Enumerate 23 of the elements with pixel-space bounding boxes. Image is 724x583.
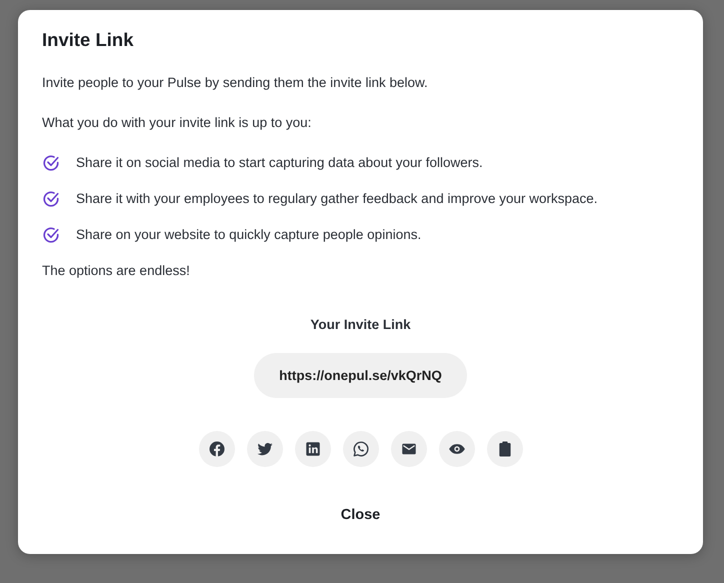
close-button[interactable]: Close: [332, 501, 388, 532]
share-button[interactable]: [486, 431, 522, 468]
lead-in-text: What you do with your invite link is up to you:: [42, 114, 312, 132]
invite-link-button[interactable]: https://onepul.se/vkQrNQ: [254, 353, 467, 398]
share-button[interactable]: [246, 431, 282, 468]
check-circle-icon: [42, 154, 60, 172]
checklist-item: Share it on social media to start capturing data about your followers.: [76, 154, 483, 172]
check-circle-icon: [42, 190, 60, 208]
link-heading: Your Invite Link: [309, 316, 412, 334]
check-circle-icon: [42, 226, 60, 244]
chat-phone-icon: [352, 440, 370, 458]
checklist-item: Share it with your employees to regulary gather feedback and improve your workspace.: [76, 190, 598, 208]
intro-text: Invite people to your Pulse by sending them the invite link below.: [42, 74, 429, 92]
share-button[interactable]: [342, 431, 378, 468]
facebook-icon: [208, 440, 226, 458]
share-button[interactable]: [294, 431, 330, 468]
outro-text: The options are endless!: [42, 262, 191, 280]
share-button[interactable]: [438, 431, 474, 468]
dialog-title: Invite Link: [42, 29, 134, 52]
checklist-item: Share on your website to quickly capture people opinions.: [76, 226, 422, 244]
linkedin-icon: [304, 440, 322, 458]
share-button[interactable]: [390, 431, 426, 468]
share-button[interactable]: [198, 431, 234, 468]
